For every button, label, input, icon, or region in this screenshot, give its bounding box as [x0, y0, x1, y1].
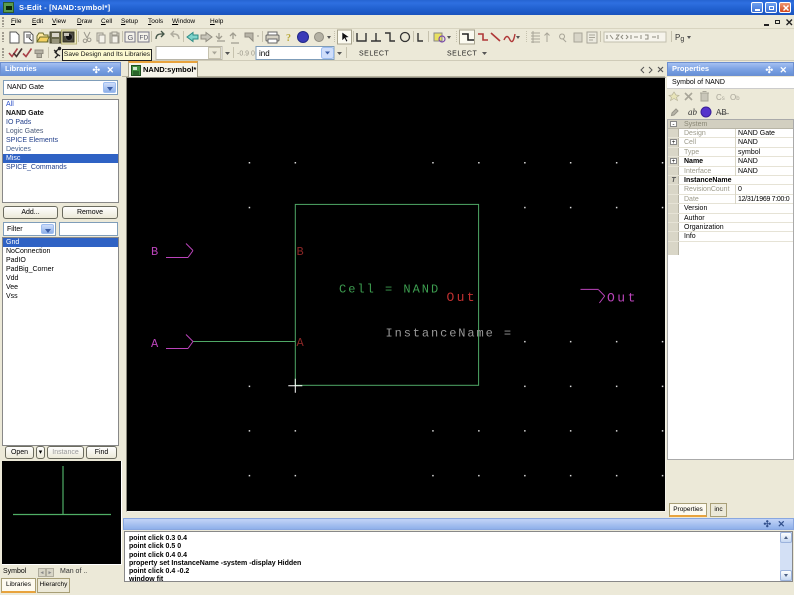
svg-text:InstanceName =: InstanceName = [386, 327, 513, 341]
svg-text:Pg: Pg [675, 33, 684, 43]
svg-text:A: A [297, 336, 305, 350]
svg-text:B: B [151, 245, 158, 259]
svg-text:?: ? [286, 33, 291, 44]
svg-text:FD: FD [140, 35, 149, 42]
svg-text:SELECT: SELECT [359, 51, 389, 58]
svg-text:B: B [297, 245, 304, 259]
svg-text:G: G [128, 33, 134, 42]
svg-text:Ob: Ob [730, 93, 740, 102]
svg-text:A̶B̶: A̶B̶ [716, 108, 730, 117]
svg-text:Cs: Cs [716, 93, 725, 102]
svg-text:ab: ab [688, 107, 698, 117]
svg-text:SELECT: SELECT [447, 51, 477, 58]
svg-text:Out: Out [607, 291, 638, 306]
svg-text:Cell = NAND: Cell = NAND [339, 283, 440, 297]
svg-text:A: A [151, 337, 159, 351]
svg-text:ind: ind [259, 49, 270, 58]
svg-text:Out: Out [447, 290, 477, 305]
